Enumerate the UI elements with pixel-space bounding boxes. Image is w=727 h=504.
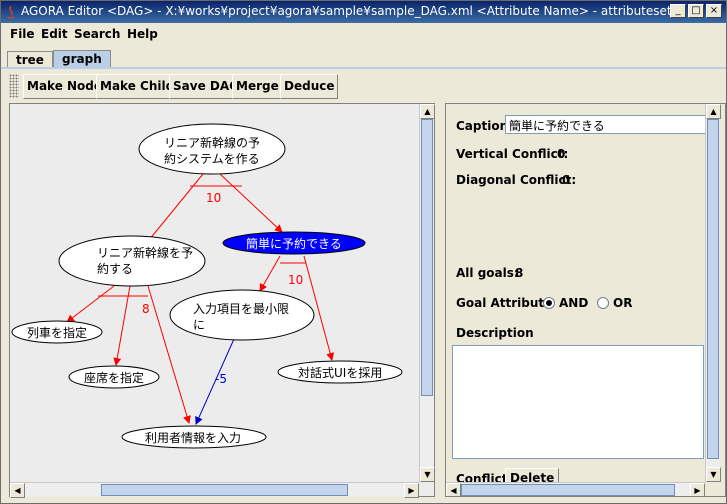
make-child-button[interactable]: Make Child [96,74,179,99]
svg-text:約システムを作る: 約システムを作る [164,151,260,166]
scroll-left-arrow-icon[interactable]: ◀ [446,483,461,496]
or-radio[interactable] [597,297,609,309]
svg-text:簡単に予約できる: 簡単に予約できる [246,236,342,251]
make-node-button[interactable]: Make Node [23,74,107,99]
menu-help[interactable]: Help [127,27,158,41]
scroll-down-arrow-icon[interactable]: ▼ [706,467,721,482]
title-bar: AGORA Editor <DAG> - X:¥works¥project¥ag… [1,1,726,23]
edge-reserve-to-seat [113,285,131,366]
goal-node[interactable]: 利用者情報を入力 [121,425,267,449]
edge-label-reserve: 8 [142,302,150,316]
or-radio-label[interactable]: OR [613,296,632,310]
scroll-up-arrow-icon[interactable]: ▲ [420,104,435,119]
dag-graph[interactable]: 10 10 8 -5 リニア新幹線の予 約システムを作る 簡単に予約できる リニ… [10,104,420,482]
caption-input[interactable]: 簡単に予約できる [505,115,715,134]
view-tabs: tree graph [1,49,726,69]
scroll-left-arrow-icon[interactable]: ◀ [10,483,25,498]
scroll-right-arrow-icon[interactable]: ▶ [404,483,419,498]
graph-canvas[interactable]: 10 10 8 -5 リニア新幹線の予 約システムを作る 簡単に予約できる リニ… [9,103,435,498]
menu-bar: File Edit Search Help [1,24,726,45]
close-button[interactable]: × [706,4,722,18]
all-goals-label: All goals: [456,266,519,280]
goal-node[interactable]: 入力項目を最小限 に [169,289,315,341]
edge-reserve-to-train [66,285,115,323]
maximize-button[interactable]: □ [688,4,704,18]
svg-text:リニア新幹線を予: リニア新幹線を予 [97,245,193,260]
deduce-button[interactable]: Deduce [280,74,339,99]
scroll-thumb[interactable] [421,119,433,396]
caption-label: Caption [456,119,509,133]
panel-vertical-scrollbar[interactable]: ▲ ▼ [705,104,721,482]
svg-text:座席を指定: 座席を指定 [84,370,144,385]
window-title: AGORA Editor <DAG> - X:¥works¥project¥ag… [21,4,672,18]
goal-node[interactable]: 列車を指定 [11,320,103,344]
goal-node[interactable]: リニア新幹線を予 約する [58,235,206,287]
edge-root-to-easy [219,173,283,233]
scroll-thumb[interactable] [707,119,719,459]
edge-label-easy: 10 [288,273,303,287]
java-icon [7,5,15,19]
graph-vertical-scrollbar[interactable]: ▲ ▼ [419,104,435,482]
svg-text:対話式UIを採用: 対話式UIを採用 [298,365,382,380]
tab-underline [1,67,726,69]
svg-text:約する: 約する [97,261,133,276]
vertical-conflict-label: Vertical Conflict: [456,147,569,161]
split-divider[interactable] [436,103,445,497]
scroll-right-arrow-icon[interactable]: ▶ [690,483,705,496]
description-textarea[interactable] [452,345,704,459]
menu-file[interactable]: File [10,27,35,41]
app-window: AGORA Editor <DAG> - X:¥works¥project¥ag… [0,0,727,504]
description-label: Description [456,326,534,340]
scroll-down-arrow-icon[interactable]: ▼ [420,467,435,482]
svg-text:リニア新幹線の予: リニア新幹線の予 [164,135,260,150]
goal-node[interactable]: リニア新幹線の予 約システムを作る [138,123,286,175]
svg-text:利用者情報を入力: 利用者情報を入力 [145,431,241,445]
all-goals-value: 8 [515,266,524,280]
goal-node[interactable]: 対話式UIを採用 [277,360,403,384]
goal-node-selected[interactable]: 簡単に予約できる [222,231,366,255]
toolbar: Make Node Make Child Save DAG Merge Dedu… [5,72,724,102]
attribute-panel: Caption 簡単に予約できる Vertical Conflict: 0 Di… [445,103,726,497]
svg-text:列車を指定: 列車を指定 [27,325,87,340]
and-radio-label[interactable]: AND [559,296,588,310]
and-radio[interactable] [543,297,555,309]
minimize-button[interactable]: _ [670,4,686,18]
goal-node[interactable]: 座席を指定 [68,365,160,389]
toolbar-grip[interactable] [9,74,19,98]
goal-attribute-label: Goal Attribute [456,296,553,310]
graph-horizontal-scrollbar[interactable]: ◀ ▶ [10,482,419,498]
scroll-up-arrow-icon[interactable]: ▲ [706,104,721,119]
edge-easy-to-minimize [259,255,281,292]
vertical-conflict-value: 0 [557,147,566,161]
diagonal-conflict-value: 0 [562,173,571,187]
merge-button[interactable]: Merge [232,74,283,99]
panel-horizontal-scrollbar[interactable]: ◀ ▶ [446,482,705,496]
menu-search[interactable]: Search [74,27,120,41]
edge-label-negative: -5 [215,372,227,386]
svg-text:に: に [193,318,205,332]
svg-text:入力項目を最小限: 入力項目を最小限 [193,302,289,316]
diagonal-conflict-label: Diagonal Conflict: [456,173,577,187]
edge-label-root: 10 [206,191,221,205]
scroll-thumb[interactable] [461,484,675,496]
menu-edit[interactable]: Edit [41,27,68,41]
scroll-thumb[interactable] [101,484,348,496]
